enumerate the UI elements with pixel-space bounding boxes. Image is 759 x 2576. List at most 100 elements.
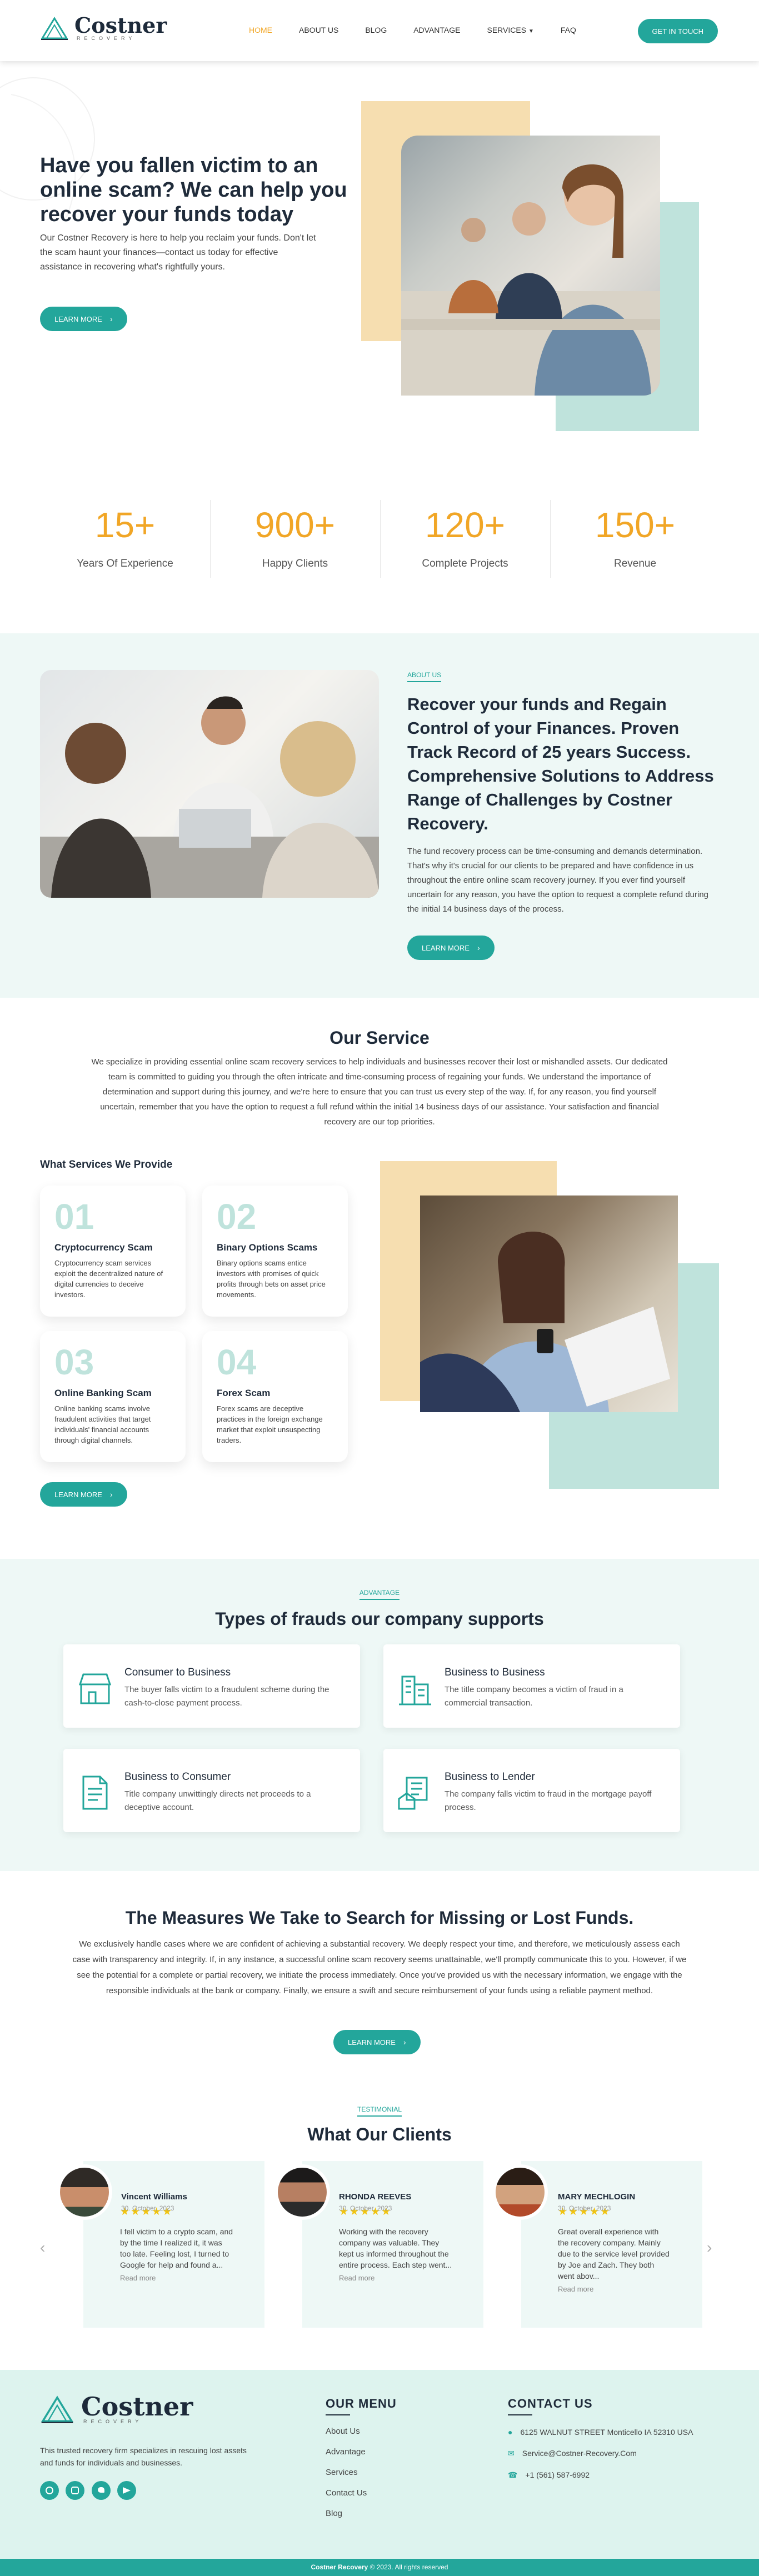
frauds-title: Types of frauds our company supports bbox=[215, 1609, 544, 1629]
testimonial-name: MARY MECHLOGIN bbox=[558, 2192, 636, 2202]
about-learn-more-button[interactable]: LEARN MORE › bbox=[407, 936, 495, 960]
phone-text: +1 (561) 587-6992 bbox=[525, 2470, 590, 2479]
read-more-link[interactable]: Read more bbox=[339, 2274, 483, 2282]
footer-about-text: This trusted recovery firm specializes i… bbox=[40, 2446, 247, 2467]
service-card-title: Cryptocurrency Scam bbox=[54, 1242, 153, 1253]
woman-reading-illustration bbox=[420, 1232, 670, 1412]
nav-services-label: SERVICES bbox=[487, 26, 527, 34]
chevron-down-icon: ▼ bbox=[528, 28, 534, 34]
service-card-forex[interactable]: 04 Forex Scam Forex scams are deceptive pr… bbox=[202, 1331, 348, 1462]
service-card-number: 01 bbox=[54, 1197, 94, 1237]
logo[interactable]: Costner RECOVERY bbox=[40, 15, 167, 41]
footer-logo[interactable]: Costner RECOVERY bbox=[40, 2394, 193, 2424]
fraud-card-title: Business to Business bbox=[445, 1667, 545, 1678]
service-woman-photo bbox=[420, 1196, 678, 1412]
phone-icon: ☎ bbox=[508, 2470, 518, 2479]
get-in-touch-button[interactable]: GET IN TOUCH bbox=[637, 19, 718, 43]
email-icon: ✉ bbox=[508, 2449, 515, 2458]
measures-learn-more-button[interactable]: LEARN MORE › bbox=[333, 2030, 421, 2054]
contact-email[interactable]: ✉ Service@Costner-Recovery.Com bbox=[508, 2449, 693, 2458]
measures-title: The Measures We Take to Search for Missi… bbox=[125, 1908, 634, 1928]
nav-blog[interactable]: BLOG bbox=[365, 26, 387, 34]
fraud-card-b2c[interactable]: Business to Consumer Title company unwit… bbox=[63, 1749, 360, 1832]
testimonials-section: TESTIMONIAL What Our Clients ‹ › ★★★★★ I… bbox=[0, 2095, 759, 2370]
map-pin-icon: ● bbox=[508, 2428, 513, 2437]
footer-menu-title: OUR MENU bbox=[326, 2397, 397, 2410]
service-intro: We specialize in providing essential onl… bbox=[91, 1057, 668, 1127]
stat-years: 15+ Years Of Experience bbox=[40, 506, 210, 570]
nav-faq[interactable]: FAQ bbox=[561, 26, 576, 34]
testimonial-name: RHONDA REEVES bbox=[339, 2192, 412, 2202]
stat-number: 900+ bbox=[254, 505, 336, 545]
frauds-section: ADVANTAGE Types of frauds our company su… bbox=[0, 1559, 759, 1871]
measures-learn-more-label: LEARN MORE bbox=[348, 2038, 396, 2047]
stat-number: 150+ bbox=[595, 505, 676, 545]
service-learn-more-button[interactable]: LEARN MORE › bbox=[40, 1482, 127, 1507]
fraud-card-desc: The title company becomes a victim of fr… bbox=[445, 1685, 623, 1708]
service-card-desc: Online banking scams involve fraudulent … bbox=[54, 1404, 151, 1444]
nav-about-us[interactable]: ABOUT US bbox=[299, 26, 338, 34]
office-people-illustration bbox=[401, 164, 660, 396]
read-more-link[interactable]: Read more bbox=[120, 2274, 264, 2282]
fraud-card-title: Business to Consumer bbox=[124, 1771, 231, 1783]
testimonial-date: 30. October, 2023 bbox=[121, 2204, 174, 2212]
chevron-right-icon: › bbox=[403, 2038, 406, 2047]
stat-number: 120+ bbox=[425, 505, 506, 545]
footer-contact-title: CONTACT US bbox=[508, 2397, 593, 2410]
store-icon bbox=[78, 1673, 112, 1704]
service-card-desc: Binary options scams entice investors wi… bbox=[217, 1259, 326, 1299]
testimonial-text: Great overall experience with the recove… bbox=[558, 2227, 670, 2280]
stat-label: Years Of Experience bbox=[77, 558, 173, 569]
footer-menu: OUR MENU About Us Advantage Services Con… bbox=[326, 2397, 397, 2518]
footer-link-blog[interactable]: Blog bbox=[326, 2509, 397, 2518]
hero-section: Have you fallen victim to an online scam… bbox=[0, 61, 759, 439]
hero-learn-more-button[interactable]: LEARN MORE › bbox=[40, 307, 127, 331]
measures-text: We exclusively handle cases where we are… bbox=[72, 1939, 687, 1995]
fraud-card-title: Consumer to Business bbox=[124, 1667, 231, 1678]
service-card-binary[interactable]: 02 Binary Options Scams Binary options sca… bbox=[202, 1186, 348, 1317]
testimonial-text: Working with the recovery company was va… bbox=[339, 2227, 452, 2269]
nav-advantage[interactable]: ADVANTAGE bbox=[413, 26, 460, 34]
service-card-desc: Forex scams are deceptive practices in t… bbox=[217, 1404, 323, 1444]
whatsapp-icon[interactable] bbox=[40, 2481, 59, 2500]
nav-home[interactable]: HOME bbox=[249, 26, 272, 34]
service-card-banking[interactable]: 03 Online Banking Scam Online banking scam… bbox=[40, 1331, 186, 1462]
service-card-number: 03 bbox=[54, 1342, 94, 1382]
nav-services[interactable]: SERVICES ▼ bbox=[487, 26, 534, 34]
fraud-card-b2l[interactable]: Business to Lender The company falls vic… bbox=[383, 1749, 680, 1832]
footer-link-services[interactable]: Services bbox=[326, 2468, 397, 2477]
about-meeting-photo bbox=[40, 670, 379, 898]
building-icon bbox=[399, 1675, 431, 1705]
chevron-right-icon: › bbox=[109, 314, 113, 323]
read-more-link[interactable]: Read more bbox=[558, 2285, 702, 2293]
service-card-title: Binary Options Scams bbox=[217, 1242, 318, 1253]
carousel-prev-arrow[interactable]: ‹ bbox=[40, 2239, 45, 2257]
service-card-crypto[interactable]: 01 Cryptocurrency Scam Cryptocurrency scam… bbox=[40, 1186, 186, 1317]
instagram-icon[interactable] bbox=[66, 2481, 85, 2500]
meeting-people-illustration bbox=[40, 696, 379, 898]
stat-number: 15+ bbox=[94, 505, 156, 545]
footer-link-advantage[interactable]: Advantage bbox=[326, 2447, 397, 2457]
fraud-card-c2b[interactable]: Consumer to Business The buyer falls vic… bbox=[63, 1644, 360, 1728]
stat-clients: 900+ Happy Clients bbox=[210, 506, 380, 570]
main-nav: HOME ABOUT US BLOG ADVANTAGE SERVICES ▼ … bbox=[249, 26, 603, 34]
twitter-icon[interactable] bbox=[91, 2481, 111, 2500]
carousel-next-arrow[interactable]: › bbox=[707, 2239, 712, 2257]
avatar bbox=[274, 2164, 330, 2220]
page: Costner RECOVERY HOME ABOUT US BLOG ADVA… bbox=[0, 0, 759, 2576]
stats-section: 15+ Years Of Experience 900+ Happy Clients… bbox=[0, 439, 759, 633]
stat-label: Happy Clients bbox=[262, 558, 328, 569]
stat-label: Revenue bbox=[613, 558, 657, 569]
copyright-text: © 2023. All rights reserved bbox=[369, 2563, 448, 2571]
fraud-card-b2b[interactable]: Business to Business The title company b… bbox=[383, 1644, 680, 1728]
telegram-icon[interactable] bbox=[117, 2481, 137, 2500]
testimonial-text: I fell victim to a crypto scam, and by t… bbox=[120, 2227, 233, 2269]
copyright-brand: Costner Recovery bbox=[311, 2563, 368, 2571]
contact-phone[interactable]: ☎ +1 (561) 587-6992 bbox=[508, 2470, 693, 2480]
testimonial-name: Vincent Williams bbox=[121, 2192, 187, 2202]
testimonial-card: ★★★★★ Great overall experience with the … bbox=[521, 2161, 702, 2328]
footer-link-contact[interactable]: Contact Us bbox=[326, 2488, 397, 2498]
footer-link-about[interactable]: About Us bbox=[326, 2427, 397, 2436]
copyright-bar: Costner Recovery © 2023. All rights rese… bbox=[0, 2559, 759, 2576]
service-section: Our Service We specialize in providing e… bbox=[0, 998, 759, 1559]
